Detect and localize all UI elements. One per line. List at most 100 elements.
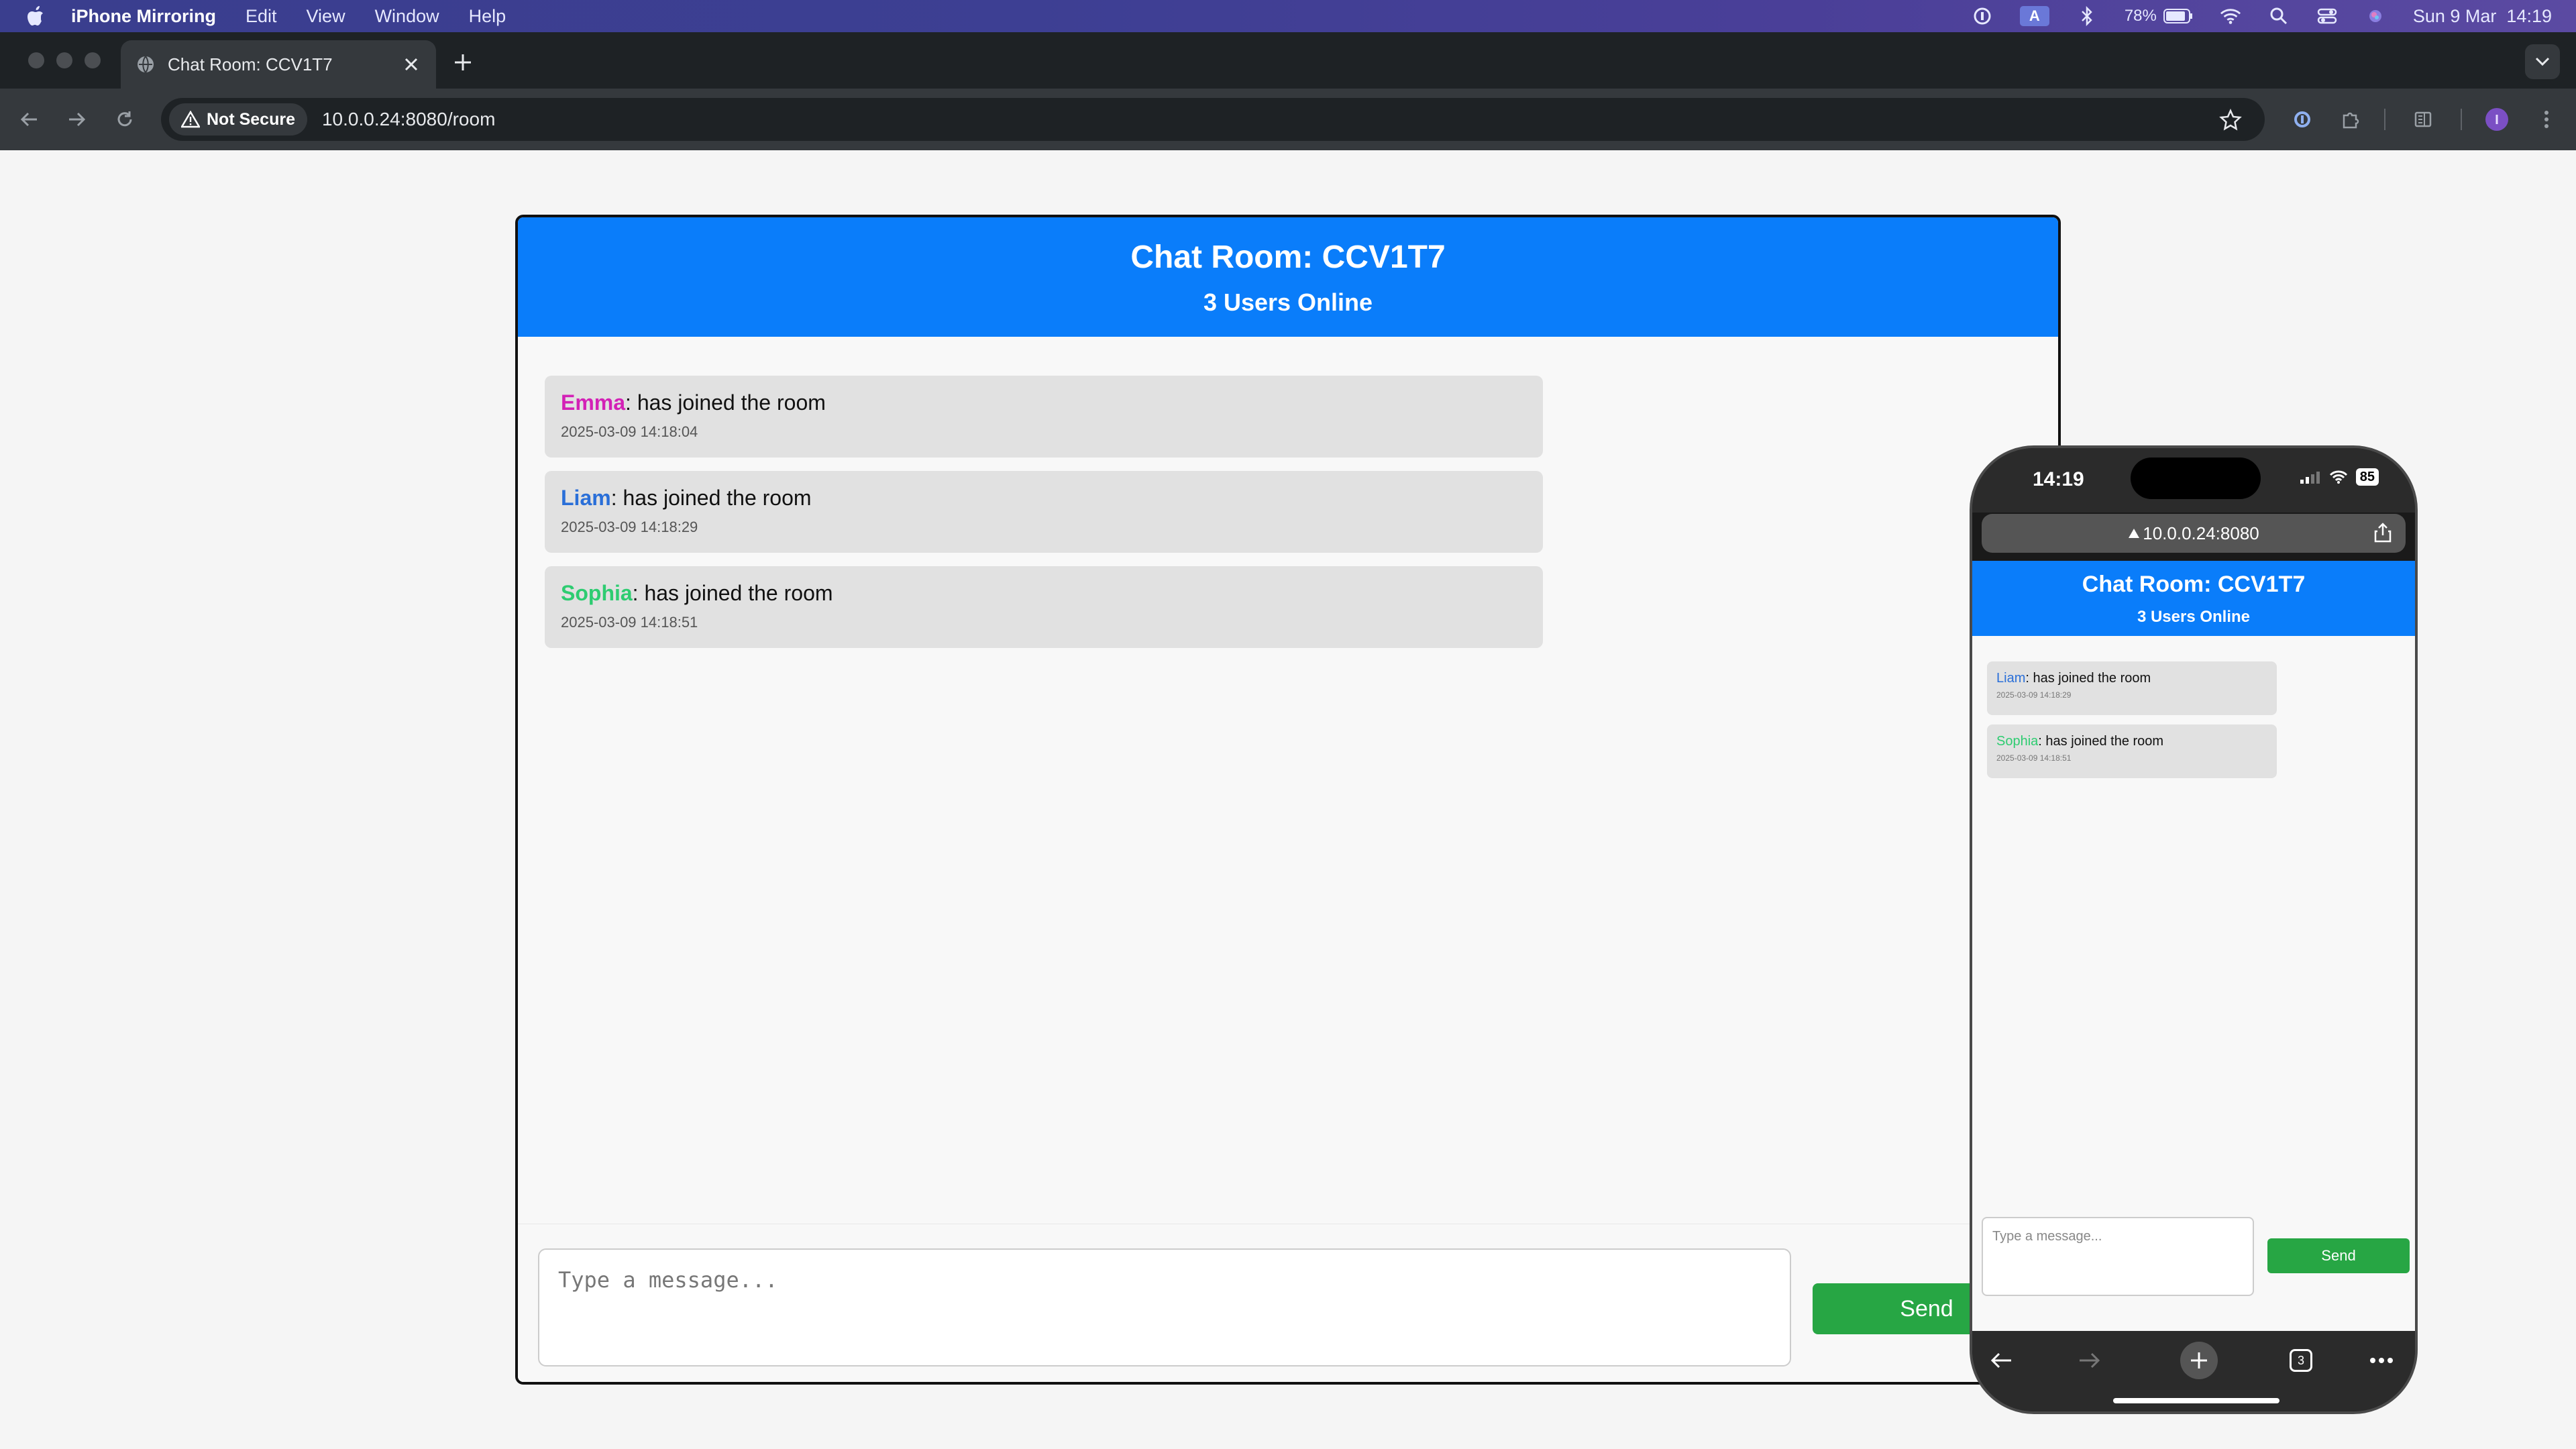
phone-more-button[interactable] [2365,1344,2398,1377]
share-icon[interactable] [2372,522,2394,543]
close-tab-icon[interactable] [401,54,421,74]
phone-message-input[interactable]: Type a message... [1982,1217,2254,1296]
apple-icon[interactable] [27,5,47,27]
reload-button[interactable] [110,105,140,134]
phone-message-item: Sophia: has joined the room 2025-03-09 1… [1987,724,2277,778]
forward-button[interactable] [62,105,91,134]
phone-status-icons: 85 [2300,468,2379,486]
message-username: Liam [561,486,611,510]
phone-web-content: Chat Room: CCV1T7 3 Users Online Liam: h… [1972,561,2415,1331]
phone-message-item: Liam: has joined the room 2025-03-09 14:… [1987,661,2277,715]
bluetooth-icon[interactable] [2076,5,2098,27]
extensions-puzzle-icon[interactable] [2337,106,2364,133]
chat-title: Chat Room: CCV1T7 [1130,239,1446,275]
phone-clock: 14:19 [2033,468,2084,490]
message-timestamp: 2025-03-09 14:18:29 [561,519,698,535]
chat-header: Chat Room: CCV1T7 3 Users Online [518,217,2058,337]
message-text: : has joined the room [625,390,826,415]
cellular-signal-icon [2300,472,2320,484]
reload-icon [117,111,132,127]
battery-status[interactable]: 78% [2125,7,2193,25]
siri-icon[interactable] [2365,5,2386,27]
home-indicator[interactable] [2113,1398,2279,1403]
phone-back-button[interactable] [1986,1344,2018,1377]
menubar-datetime[interactable]: Sun 9 Mar 14:19 [2413,6,2552,27]
message-item: Sophia: has joined the room 2025-03-09 1… [545,566,1543,648]
zoom-window-button[interactable] [85,52,101,68]
window-controls [28,52,101,68]
password-manager-icon[interactable] [1972,5,1993,27]
bookmark-star-icon[interactable] [2219,109,2242,131]
message-text: : has joined the room [632,581,833,605]
phone-new-tab-button[interactable] [2180,1342,2218,1379]
profile-avatar[interactable] [2483,106,2510,133]
users-online-count: 3 Users Online [1203,288,1373,316]
message-timestamp: 2025-03-09 14:18:04 [561,423,698,440]
browser-tab-bar: Chat Room: CCV1T7 [0,32,2576,89]
message-text: : has joined the room [610,486,812,510]
message-input[interactable]: Type a message... [538,1248,1791,1366]
globe-icon [138,56,154,73]
menu-app-name[interactable]: iPhone Mirroring [71,6,216,27]
message-timestamp: 2025-03-09 14:18:51 [561,614,698,631]
browser-tab-active[interactable]: Chat Room: CCV1T7 [121,40,436,89]
url-text[interactable]: 10.0.0.24:8080/room [322,109,495,130]
toolbar-divider [2461,109,2462,130]
tab-search-button[interactable] [2525,44,2560,79]
arrow-right-icon [69,112,86,127]
phone-message-composer: Type a message... Send [1972,1205,2415,1331]
menu-view[interactable]: View [307,6,345,27]
minimize-window-button[interactable] [56,52,72,68]
browser-toolbar: Not Secure 10.0.0.24:8080/room [0,89,2576,150]
message-text: : has joined the room [2038,734,2164,749]
warning-icon [181,111,200,128]
phone-address-bar[interactable]: 10.0.0.24:8080 [1982,514,2406,553]
menu-help[interactable]: Help [469,6,506,27]
plus-icon [2191,1352,2207,1368]
tab-title: Chat Room: CCV1T7 [168,54,333,74]
phone-battery: 85 [2355,468,2379,486]
arrow-left-icon [20,112,37,127]
toolbar-divider [2384,109,2385,130]
phone-tabs-button[interactable]: 3 [2285,1344,2317,1377]
message-list: Emma: has joined the room 2025-03-09 14:… [545,376,1543,661]
security-label: Not Secure [207,109,295,129]
phone-status-bar: 14:19 85 [1972,448,2415,513]
message-item: Liam: has joined the room 2025-03-09 14:… [545,471,1543,553]
phone-wifi-icon [2329,470,2347,484]
control-center-icon[interactable] [2316,5,2338,27]
phone-send-button[interactable]: Send [2267,1238,2410,1273]
message-username: Emma [561,390,626,415]
message-username: Sophia [561,581,633,605]
security-chip[interactable]: Not Secure [169,103,307,136]
more-dots-icon [2370,1358,2393,1363]
phone-users-online: 3 Users Online [2137,608,2251,626]
phone-forward-button[interactable] [2073,1344,2105,1377]
message-username: Liam [1996,671,2026,686]
back-button[interactable] [15,105,44,134]
battery-percent: 78% [2124,7,2157,25]
iphone-mirror-window[interactable]: 14:19 85 10.0.0.24:8080 Chat Room: CCV1T… [1970,445,2418,1414]
wifi-icon[interactable] [2220,5,2241,27]
menu-edit[interactable]: Edit [246,6,277,27]
message-timestamp: 2025-03-09 14:18:51 [1996,753,2072,763]
input-source-badge[interactable]: A [2019,6,2049,26]
battery-icon [2163,9,2192,23]
message-composer: Type a message... Send [518,1224,2058,1382]
chat-room-panel: Chat Room: CCV1T7 3 Users Online Emma: h… [515,215,2061,1385]
arrow-right-icon [2080,1352,2100,1368]
address-bar[interactable]: Not Secure 10.0.0.24:8080/room [161,98,2265,141]
browser-menu-icon[interactable] [2533,106,2560,133]
message-item: Emma: has joined the room 2025-03-09 14:… [545,376,1543,458]
warning-icon [2129,529,2140,538]
dynamic-island [2131,458,2261,499]
tab-count-badge: 3 [2290,1349,2312,1372]
close-window-button[interactable] [28,52,44,68]
message-text: : has joined the room [2025,671,2151,686]
new-tab-button[interactable] [451,52,475,76]
extension-password-icon[interactable] [2289,106,2316,133]
side-panel-icon[interactable] [2410,106,2436,133]
menu-window[interactable]: Window [375,6,439,27]
spotlight-search-icon[interactable] [2268,5,2290,27]
message-username: Sophia [1996,734,2039,749]
